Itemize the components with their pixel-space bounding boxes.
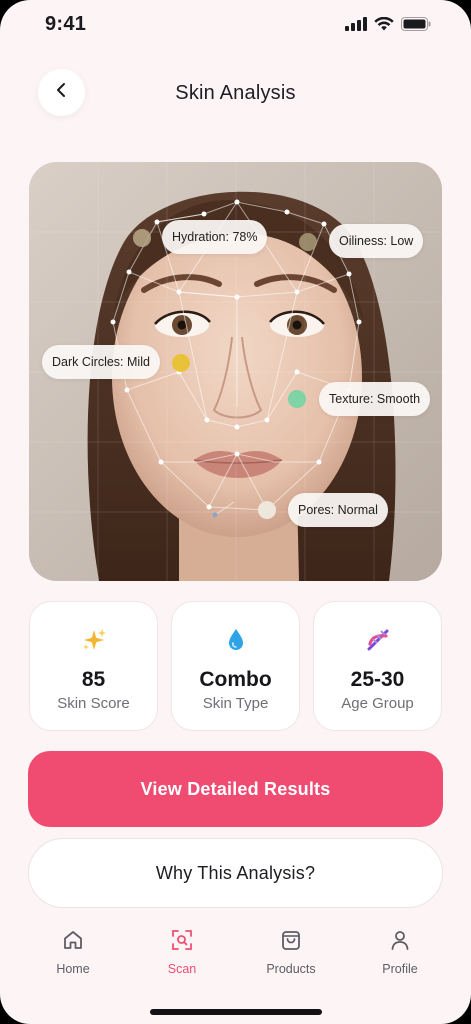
oiliness-label: Oiliness: Low xyxy=(339,234,414,248)
pores-tag[interactable]: Pores: Normal xyxy=(288,493,388,527)
age-group-value: 25-30 xyxy=(350,668,405,691)
age-group-label: Age Group xyxy=(341,695,414,712)
nav-home[interactable]: Home xyxy=(28,926,118,976)
nav-home-label: Home xyxy=(56,962,90,976)
oiliness-tag[interactable]: Oiliness: Low xyxy=(329,224,424,258)
nav-products-label: Products xyxy=(266,962,316,976)
user-icon xyxy=(355,926,445,954)
dark-circles-marker[interactable] xyxy=(172,354,190,372)
nav-profile-label: Profile xyxy=(382,962,418,976)
home-indicator[interactable] xyxy=(150,1009,322,1015)
scan-icon xyxy=(137,926,227,954)
status-time: 9:41 xyxy=(45,13,87,35)
hydration-marker[interactable] xyxy=(133,229,151,247)
page-title: Skin Analysis xyxy=(175,82,296,104)
phone-screen: 9:41 Skin Analysis Hydration: 78% Oiline… xyxy=(0,0,471,1024)
nav-scan[interactable]: Scan xyxy=(137,926,227,976)
pores-label: Pores: Normal xyxy=(298,503,378,517)
wifi-icon xyxy=(374,16,394,36)
skin-type-card[interactable]: Combo Skin Type xyxy=(171,601,300,731)
droplet-icon xyxy=(172,627,299,653)
nav-profile[interactable]: Profile xyxy=(355,926,445,976)
skin-type-label: Skin Type xyxy=(202,695,269,712)
age-group-card[interactable]: 25-30 Age Group xyxy=(313,601,442,731)
view-detailed-results-button[interactable]: View Detailed Results xyxy=(28,751,443,827)
texture-tag[interactable]: Texture: Smooth xyxy=(319,382,431,416)
hydration-label: Hydration: 78% xyxy=(172,230,258,244)
nav-scan-label: Scan xyxy=(167,962,197,976)
skin-score-value: 85 xyxy=(81,668,106,691)
oiliness-marker[interactable] xyxy=(299,233,317,251)
dna-icon xyxy=(314,627,441,653)
why-this-analysis-button[interactable]: Why This Analysis? xyxy=(28,838,443,908)
status-icons xyxy=(345,16,431,36)
signal-icon xyxy=(345,17,367,36)
nav-products[interactable]: Products xyxy=(246,926,336,976)
texture-label: Texture: Smooth xyxy=(329,392,421,406)
shopping-bag-icon xyxy=(246,926,336,954)
status-bar: 9:41 xyxy=(0,0,471,52)
texture-marker[interactable] xyxy=(288,390,306,408)
skin-score-card[interactable]: 85 Skin Score xyxy=(29,601,158,731)
hydration-tag[interactable]: Hydration: 78% xyxy=(162,220,268,254)
sparkles-icon xyxy=(30,627,157,653)
pores-marker[interactable] xyxy=(258,501,276,519)
dark-circles-label: Dark Circles: Mild xyxy=(52,355,150,369)
skin-score-label: Skin Score xyxy=(57,695,130,712)
face-scan-image: Hydration: 78% Oiliness: Low Dark Circle… xyxy=(29,162,442,581)
home-icon xyxy=(28,926,118,954)
dark-circles-tag[interactable]: Dark Circles: Mild xyxy=(42,345,160,379)
skin-type-value: Combo xyxy=(199,668,272,691)
battery-icon xyxy=(401,17,431,36)
